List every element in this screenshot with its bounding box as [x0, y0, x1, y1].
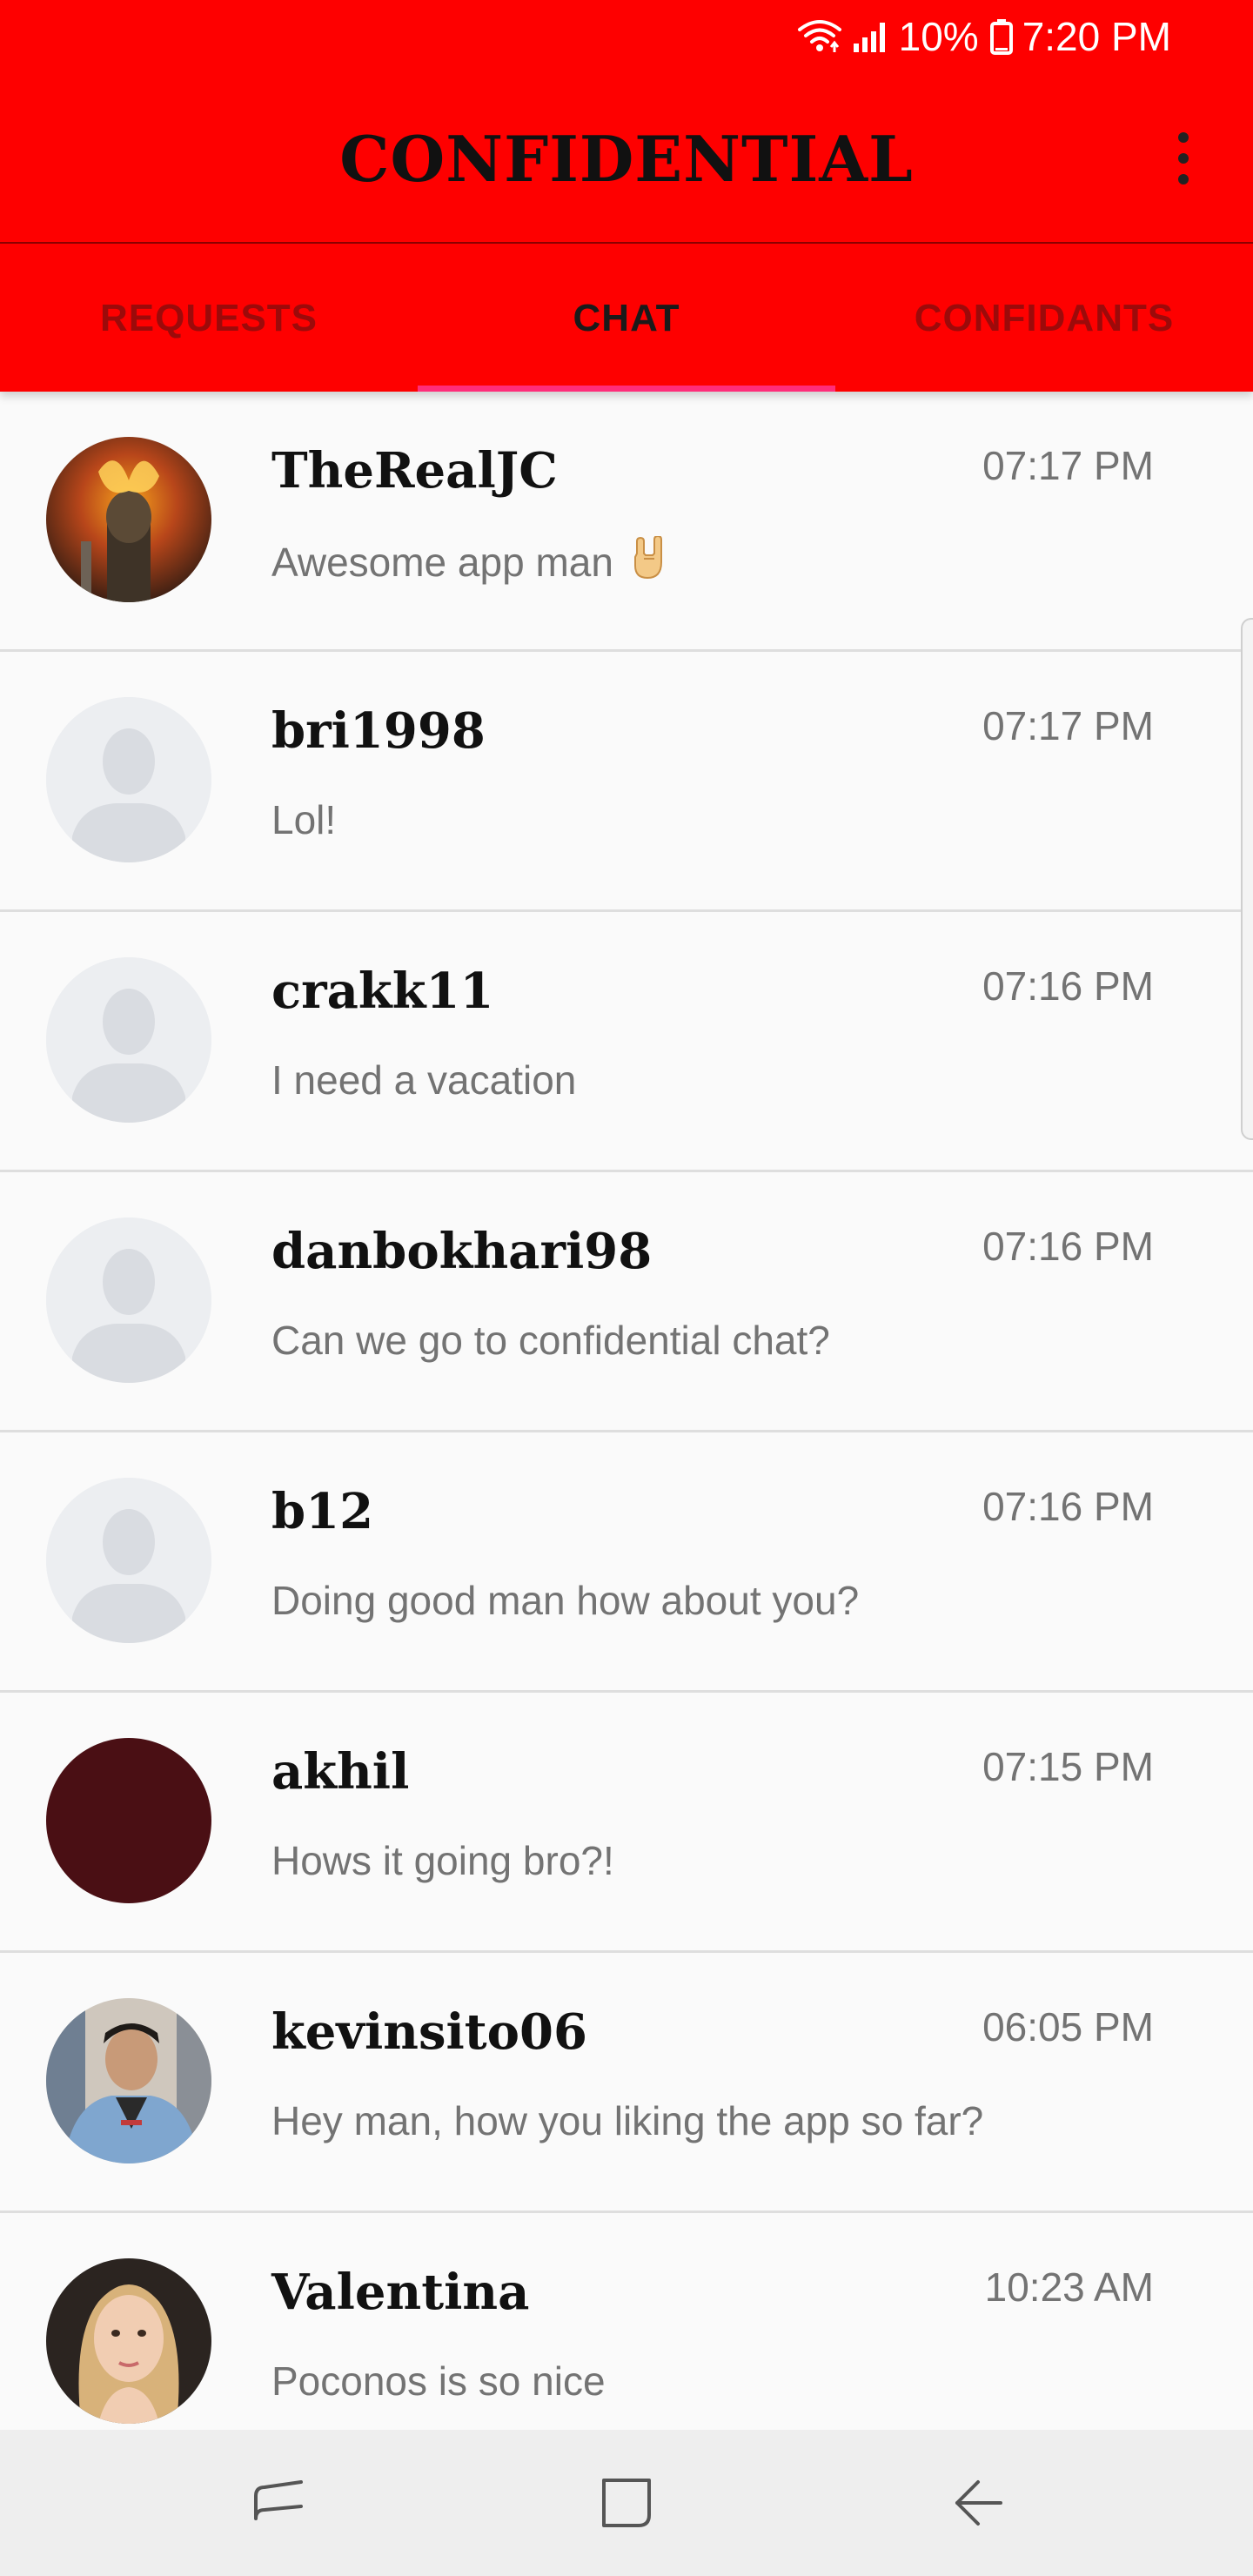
chat-message: Poconos is so nice	[271, 2358, 606, 2404]
chat-message: Doing good man how about you?	[271, 1578, 860, 1623]
chat-name: akhil	[271, 1743, 410, 1801]
chat-name: Valentina	[271, 2264, 530, 2321]
signal-icon	[852, 19, 890, 54]
chat-name: b12	[271, 1483, 374, 1540]
chat-message: Can we go to confidential chat?	[271, 1318, 830, 1363]
app-title: CONFIDENTIAL	[339, 122, 914, 196]
chat-message: Hows it going bro?!	[271, 1838, 614, 1883]
avatar-placeholder-icon	[46, 957, 211, 1123]
battery-percent: 10%	[898, 14, 979, 59]
system-nav-bar	[0, 2430, 1253, 2576]
chat-list: TheRealJC 07:17 PM Awesome app man bri19…	[0, 392, 1253, 2473]
tab-requests[interactable]: REQUESTS	[0, 245, 418, 392]
chat-name: bri1998	[271, 702, 486, 760]
app-screen: 10% 7:20 PM CONFIDENTIAL REQUESTS CHAT C…	[0, 0, 1253, 2576]
chat-time: 10:23 AM	[984, 2264, 1154, 2310]
chat-message: Hey man, how you liking the app so far?	[271, 2098, 984, 2143]
chat-name: crakk11	[271, 963, 494, 1020]
wifi-icon	[796, 19, 843, 54]
battery-icon	[989, 17, 1014, 56]
chat-message: I need a vacation	[271, 1057, 577, 1103]
chat-message: Lol!	[271, 797, 337, 842]
chat-name: TheRealJC	[271, 442, 558, 500]
chat-time: 07:16 PM	[982, 963, 1154, 1009]
chat-row[interactable]: TheRealJC 07:17 PM Awesome app man	[0, 392, 1253, 652]
home-icon[interactable]	[592, 2468, 661, 2538]
status-bar: 10% 7:20 PM	[0, 0, 1253, 73]
chat-message: Awesome app man	[271, 534, 668, 591]
avatar-placeholder-icon	[46, 1478, 211, 1643]
chat-time: 07:16 PM	[982, 1484, 1154, 1529]
chat-row[interactable]: b12 07:16 PM Doing good man how about yo…	[0, 1432, 1253, 1693]
avatar-placeholder-icon	[46, 1218, 211, 1383]
chat-row[interactable]: bri1998 07:17 PM Lol!	[0, 652, 1253, 912]
tab-chat[interactable]: CHAT	[418, 245, 835, 392]
tab-bar: REQUESTS CHAT CONFIDANTS	[0, 245, 1253, 392]
chat-name: danbokhari98	[271, 1223, 653, 1280]
chat-row[interactable]: kevinsito06 06:05 PM Hey man, how you li…	[0, 1953, 1253, 2213]
app-header: 10% 7:20 PM CONFIDENTIAL REQUESTS CHAT C…	[0, 0, 1253, 392]
back-icon[interactable]	[943, 2468, 1013, 2538]
recent-apps-icon[interactable]	[244, 2468, 313, 2538]
chat-row[interactable]: akhil 07:15 PM Hows it going bro?!	[0, 1693, 1253, 1953]
avatar	[46, 1998, 211, 2163]
tab-confidants[interactable]: CONFIDANTS	[835, 245, 1253, 392]
avatar	[46, 437, 211, 602]
chat-time: 07:17 PM	[982, 443, 1154, 488]
chat-row[interactable]: danbokhari98 07:16 PM Can we go to confi…	[0, 1172, 1253, 1432]
rock-on-hand-emoji	[630, 534, 668, 591]
avatar	[46, 2258, 211, 2424]
chat-time: 07:17 PM	[982, 703, 1154, 748]
chat-name: kevinsito06	[271, 2003, 587, 2061]
scrollbar[interactable]	[1241, 618, 1253, 1140]
chat-time: 07:15 PM	[982, 1744, 1154, 1789]
status-time: 7:20 PM	[1022, 14, 1171, 59]
avatar-placeholder-icon	[46, 697, 211, 862]
chat-time: 07:16 PM	[982, 1224, 1154, 1269]
chat-row[interactable]: crakk11 07:16 PM I need a vacation	[0, 912, 1253, 1172]
toolbar: CONFIDENTIAL	[0, 73, 1253, 244]
chat-time: 06:05 PM	[982, 2004, 1154, 2049]
chat-message-text: Awesome app man	[271, 540, 613, 585]
more-vert-icon[interactable]	[1157, 127, 1209, 190]
avatar	[46, 1738, 211, 1903]
